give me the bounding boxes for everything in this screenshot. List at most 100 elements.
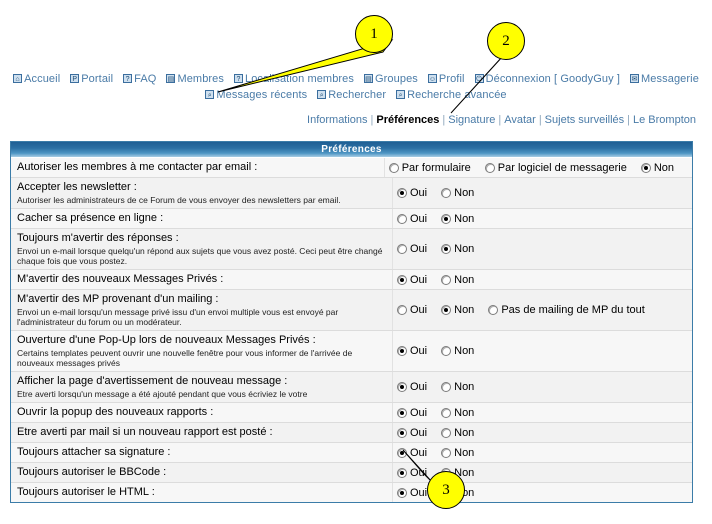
subnav-item-sujets-surveill-s[interactable]: Sujets surveillés <box>545 114 624 126</box>
radio-option[interactable]: Non <box>441 274 474 286</box>
preference-title: Ouverture d'une Pop-Up lors de nouveaux … <box>17 334 316 346</box>
radio-option[interactable]: Non <box>441 345 474 357</box>
subnav-item-avatar[interactable]: Avatar <box>504 114 536 126</box>
radio-option[interactable]: Oui <box>397 467 427 479</box>
subnav-item-le-brompton[interactable]: Le Brompton <box>633 114 696 126</box>
radio-button-selected[interactable] <box>397 382 407 392</box>
radio-button[interactable] <box>441 407 452 418</box>
radio-option[interactable]: Oui <box>397 213 427 225</box>
preference-options-cell: Oui Non <box>393 178 692 208</box>
nav-link-messages-r-cents[interactable]: ⌕ Messages récents <box>205 88 307 103</box>
radio-button[interactable] <box>388 162 399 173</box>
radio-option[interactable]: Non <box>441 427 474 439</box>
nav-link-groupes[interactable]: ▤ Groupes <box>364 72 418 87</box>
nav-link-rechercher[interactable]: ⌕ Rechercher <box>317 88 386 103</box>
preference-description: Autoriser les administrateurs de ce Foru… <box>17 195 341 205</box>
radio-option[interactable]: Non <box>441 243 474 255</box>
preference-label-cell: Toujours attacher sa signature : <box>11 443 393 462</box>
radio-button[interactable] <box>488 305 499 315</box>
nav-link-label: Portail <box>81 73 114 85</box>
radio-button-selected[interactable] <box>397 188 407 198</box>
radio-option[interactable]: Oui <box>397 274 427 286</box>
radio-option[interactable]: Oui <box>397 427 427 439</box>
preference-description: Envoi un e-mail lorsqu'un message privé … <box>17 307 339 327</box>
subnav-item-pr-f-rences[interactable]: Préférences <box>376 114 439 126</box>
subnav-item-informations[interactable]: Informations <box>307 114 368 126</box>
radio-button-selected[interactable] <box>397 447 407 458</box>
preference-row: Afficher la page d'avertissement de nouv… <box>11 372 692 403</box>
radio-option-label: Oui <box>410 212 428 225</box>
radio-option-label: Non <box>454 273 475 286</box>
radio-button-selected[interactable] <box>640 162 651 173</box>
radio-button[interactable] <box>441 382 452 392</box>
radio-option[interactable]: Non <box>441 407 474 419</box>
radio-option[interactable]: Non <box>441 447 474 459</box>
radio-button-selected[interactable] <box>397 427 407 438</box>
preference-title: Cacher sa présence en ligne : <box>17 212 164 224</box>
radio-button[interactable] <box>441 427 452 438</box>
radio-option[interactable]: Non <box>441 213 474 225</box>
radio-button[interactable] <box>441 346 452 356</box>
radio-button-selected[interactable] <box>397 487 407 498</box>
preference-row: Autoriser les membres à me contacter par… <box>11 158 692 178</box>
radio-button[interactable] <box>397 213 407 224</box>
nav-link-label: Groupes <box>375 73 418 85</box>
radio-button-selected[interactable] <box>397 467 407 478</box>
nav-link-label: Localisation membres <box>245 73 354 85</box>
radio-button-selected[interactable] <box>441 244 452 254</box>
radio-button[interactable] <box>484 162 495 173</box>
preference-title: Toujours m'avertir des réponses : <box>17 232 179 244</box>
radio-option[interactable]: Oui <box>397 381 427 393</box>
radio-option[interactable]: Non <box>441 381 474 393</box>
nav-link-faq[interactable]: ? FAQ <box>123 72 156 87</box>
preference-row: M'avertir des nouveaux Messages Privés :… <box>11 270 692 290</box>
nav-link-messagerie[interactable]: ✉ Messagerie <box>630 72 699 87</box>
radio-button[interactable] <box>441 447 452 458</box>
radio-option[interactable]: Oui <box>397 447 427 459</box>
radio-option[interactable]: Non <box>441 187 474 199</box>
radio-option[interactable]: Pas de mailing de MP du tout <box>488 304 645 316</box>
radio-button[interactable] <box>441 274 452 285</box>
messaging-icon: ✉ <box>630 74 640 83</box>
logout-icon: ⏻ <box>474 74 484 83</box>
nav-link-profil[interactable]: ☺ Profil <box>427 72 465 87</box>
radio-button-selected[interactable] <box>397 346 407 356</box>
subnav-item-signature[interactable]: Signature <box>448 114 495 126</box>
radio-option[interactable]: Oui <box>397 407 427 419</box>
radio-option-label: Oui <box>410 446 428 459</box>
radio-option[interactable]: Oui <box>397 187 427 199</box>
nav-link-localisation-membres[interactable]: ? Localisation membres <box>234 72 354 87</box>
radio-button-selected[interactable] <box>397 407 407 418</box>
radio-button-selected[interactable] <box>441 305 452 315</box>
radio-option[interactable]: Par logiciel de messagerie <box>484 162 627 174</box>
radio-option[interactable]: Oui <box>397 487 427 499</box>
radio-option[interactable]: Par formulaire <box>388 161 471 174</box>
preference-label-cell: Cacher sa présence en ligne : <box>11 209 393 228</box>
preference-row: Toujours attacher sa signature : Oui Non <box>11 443 692 463</box>
recent-messages-icon: ⌕ <box>205 89 215 99</box>
radio-button[interactable] <box>397 305 407 315</box>
preference-row: Etre averti par mail si un nouveau rappo… <box>11 423 692 443</box>
preference-title: Afficher la page d'avertissement de nouv… <box>17 375 288 387</box>
nav-link-accueil[interactable]: ⌂ Accueil <box>13 72 60 87</box>
nav-link-recherche-avanc-e[interactable]: ⌕ Recherche avancée <box>396 88 507 103</box>
radio-option-label: Par formulaire <box>401 161 471 174</box>
radio-option[interactable]: Oui <box>397 304 427 316</box>
radio-option[interactable]: Oui <box>397 243 427 255</box>
nav-link-portail[interactable]: P Portail <box>70 72 113 87</box>
nav-link-membres[interactable]: ▤ Membres <box>166 72 224 87</box>
radio-option-label: Oui <box>410 406 428 419</box>
radio-option-label: Pas de mailing de MP du tout <box>501 304 645 316</box>
preference-label-cell: Ouvrir la popup des nouveaux rapports : <box>11 403 393 422</box>
radio-option[interactable]: Non <box>441 304 474 316</box>
radio-button[interactable] <box>397 244 407 254</box>
preference-label-cell: Accepter les newsletter : Autoriser les a… <box>11 178 393 208</box>
preference-title: Toujours attacher sa signature : <box>17 446 171 458</box>
radio-button-selected[interactable] <box>397 274 407 285</box>
radio-option[interactable]: Oui <box>397 345 427 357</box>
radio-button-selected[interactable] <box>441 213 452 224</box>
preference-options-cell: Oui Non <box>393 372 692 402</box>
radio-button[interactable] <box>441 188 452 198</box>
radio-option[interactable]: Non <box>640 162 674 174</box>
nav-link-d-connexion-goodyguy[interactable]: ⏻ Déconnexion [ GoodyGuy ] <box>474 72 620 87</box>
